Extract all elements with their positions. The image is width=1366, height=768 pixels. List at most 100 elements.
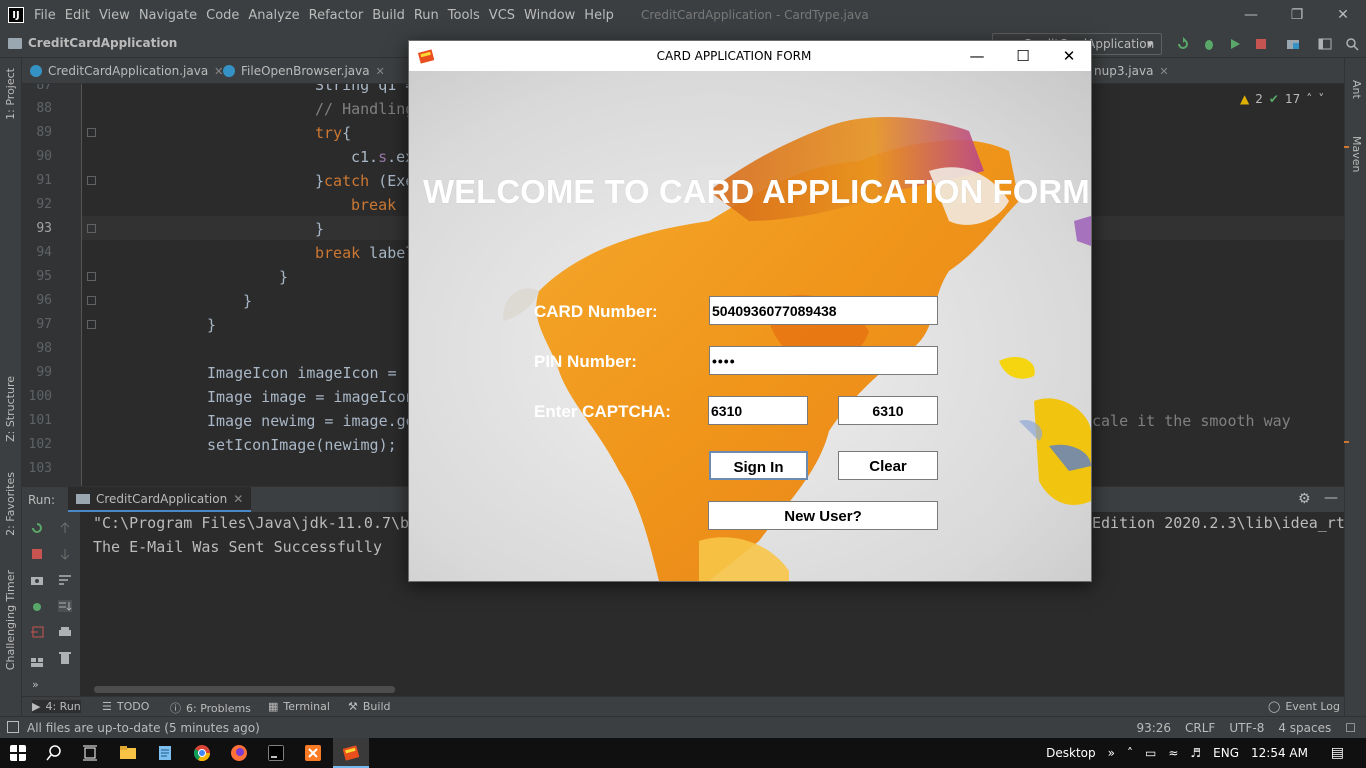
- new-user-button[interactable]: New User?: [708, 501, 938, 530]
- more-icon[interactable]: »: [32, 678, 39, 691]
- taskbar-active-app[interactable]: [333, 738, 369, 768]
- chrome-icon[interactable]: [194, 745, 210, 761]
- ant-tool-button[interactable]: Ant: [1350, 80, 1363, 99]
- menu-tools[interactable]: Tools: [448, 8, 480, 23]
- close-tab-icon[interactable]: ✕: [1159, 65, 1168, 78]
- coverage-icon[interactable]: [1228, 37, 1242, 51]
- tab-nup3[interactable]: nup3.java ✕: [1086, 58, 1177, 84]
- soft-wrap-icon[interactable]: [58, 574, 72, 586]
- ide-close-button[interactable]: ✕: [1320, 0, 1366, 30]
- menu-code[interactable]: Code: [206, 8, 239, 23]
- form-close-button[interactable]: ✕: [1046, 41, 1092, 71]
- search-everywhere-icon[interactable]: [1345, 37, 1359, 51]
- fold-marker-icon[interactable]: [87, 224, 96, 233]
- menu-vcs[interactable]: VCS: [489, 8, 515, 23]
- caret-position[interactable]: 93:26: [1136, 721, 1171, 735]
- lock-icon[interactable]: ☐: [1345, 721, 1356, 735]
- event-log-button[interactable]: ◯ Event Log: [1268, 700, 1340, 713]
- debug-icon[interactable]: [1202, 37, 1216, 51]
- line-separator[interactable]: CRLF: [1185, 721, 1215, 735]
- down-arrow-icon[interactable]: [58, 548, 72, 560]
- rerun-icon[interactable]: [1176, 37, 1190, 51]
- trash-icon[interactable]: [58, 652, 72, 664]
- fold-marker-icon[interactable]: [87, 272, 96, 281]
- timer-tool-button[interactable]: Challenging Timer: [4, 570, 17, 670]
- card-number-input[interactable]: 5040936077089438: [709, 296, 938, 325]
- close-tab-icon[interactable]: ✕: [376, 65, 385, 78]
- pin-number-input[interactable]: ••••: [709, 346, 938, 375]
- volume-icon[interactable]: ♬: [1190, 746, 1201, 760]
- form-maximize-button[interactable]: ☐: [1000, 41, 1046, 71]
- chevron-down-icon[interactable]: ˅: [1318, 92, 1324, 106]
- maven-tool-button[interactable]: Maven: [1350, 136, 1363, 172]
- fold-marker-icon[interactable]: [87, 320, 96, 329]
- chevron-more-icon[interactable]: »: [1108, 746, 1115, 760]
- language-indicator[interactable]: ENG: [1213, 746, 1239, 760]
- print-icon[interactable]: [58, 626, 72, 638]
- menu-view[interactable]: View: [99, 8, 130, 23]
- ide-restore-button[interactable]: ❐: [1274, 0, 1320, 30]
- indent-setting[interactable]: 4 spaces: [1278, 721, 1331, 735]
- favorites-tool-button[interactable]: 2: Favorites: [4, 472, 17, 536]
- clock[interactable]: 12:54 AM: [1251, 746, 1308, 760]
- notepad-icon[interactable]: [157, 745, 173, 761]
- project-structure-icon[interactable]: [1286, 37, 1300, 51]
- login-icon[interactable]: [30, 626, 44, 638]
- status-toggle-icon[interactable]: [7, 721, 19, 733]
- intellij-icon[interactable]: [268, 745, 284, 761]
- console-scrollbar[interactable]: [94, 686, 395, 693]
- tool-tab-todo[interactable]: ☰ TODO: [102, 700, 149, 713]
- form-titlebar[interactable]: CARD APPLICATION FORM — ☐ ✕: [409, 41, 1091, 71]
- menu-edit[interactable]: Edit: [65, 8, 90, 23]
- clear-button[interactable]: Clear: [838, 451, 938, 480]
- tool-tab-run[interactable]: ▶ 4: Run: [32, 700, 81, 713]
- firefox-icon[interactable]: [231, 745, 247, 761]
- notification-icon[interactable]: ▤: [1331, 745, 1344, 761]
- bug-icon[interactable]: [30, 600, 44, 612]
- layout-icon[interactable]: [1318, 37, 1332, 51]
- tab-creditcardapplication[interactable]: CreditCardApplication.java ✕: [22, 58, 231, 84]
- menu-file[interactable]: File: [34, 8, 56, 23]
- tool-tab-problems[interactable]: ⓘ 6: Problems: [170, 700, 251, 716]
- xampp-icon[interactable]: [305, 745, 321, 761]
- inspection-widget[interactable]: ▲ 2 ✔ 17 ˄ ˅: [1240, 92, 1324, 106]
- form-minimize-button[interactable]: —: [954, 41, 1000, 71]
- menu-run[interactable]: Run: [414, 8, 439, 23]
- chevron-up-icon[interactable]: ˄: [1127, 746, 1133, 760]
- ide-minimize-button[interactable]: —: [1228, 0, 1274, 30]
- task-view-icon[interactable]: [82, 745, 98, 761]
- run-tab-creditcardapplication[interactable]: CreditCardApplication ✕: [68, 487, 252, 513]
- gear-icon[interactable]: ⚙: [1298, 491, 1311, 507]
- stop-icon[interactable]: [1254, 37, 1268, 51]
- captcha-input[interactable]: 6310: [708, 396, 808, 425]
- fold-marker-icon[interactable]: [87, 296, 96, 305]
- stop-icon[interactable]: [30, 548, 44, 560]
- tool-tab-build[interactable]: ⚒ Build: [348, 700, 391, 713]
- windows-start-icon[interactable]: [10, 745, 26, 761]
- menu-window[interactable]: Window: [524, 8, 575, 23]
- layout-icon[interactable]: [30, 656, 44, 668]
- tab-fileopenbrowser[interactable]: FileOpenBrowser.java ✕: [215, 58, 393, 84]
- chevron-up-icon[interactable]: ˄: [1306, 92, 1312, 106]
- sign-in-button[interactable]: Sign In: [709, 451, 808, 480]
- file-explorer-icon[interactable]: [120, 745, 136, 761]
- scroll-to-end-icon[interactable]: [58, 600, 72, 612]
- file-encoding[interactable]: UTF-8: [1229, 721, 1264, 735]
- menu-help[interactable]: Help: [584, 8, 614, 23]
- desktop-toolbar[interactable]: Desktop: [1046, 746, 1096, 760]
- structure-tool-button[interactable]: Z: Structure: [4, 376, 17, 442]
- tool-tab-terminal[interactable]: ▦ Terminal: [268, 700, 330, 713]
- rerun-icon[interactable]: [30, 522, 44, 534]
- project-tool-button[interactable]: 1: Project: [4, 68, 17, 120]
- fold-marker-icon[interactable]: [87, 176, 96, 185]
- battery-icon[interactable]: ▭: [1145, 746, 1156, 760]
- project-breadcrumb[interactable]: CreditCardApplication: [8, 36, 177, 50]
- menu-build[interactable]: Build: [372, 8, 405, 23]
- search-icon[interactable]: [46, 745, 62, 761]
- up-arrow-icon[interactable]: [58, 522, 72, 534]
- menu-navigate[interactable]: Navigate: [139, 8, 197, 23]
- close-tab-icon[interactable]: ✕: [233, 492, 243, 506]
- menu-refactor[interactable]: Refactor: [309, 8, 364, 23]
- fold-marker-icon[interactable]: [87, 128, 96, 137]
- camera-icon[interactable]: [30, 574, 44, 586]
